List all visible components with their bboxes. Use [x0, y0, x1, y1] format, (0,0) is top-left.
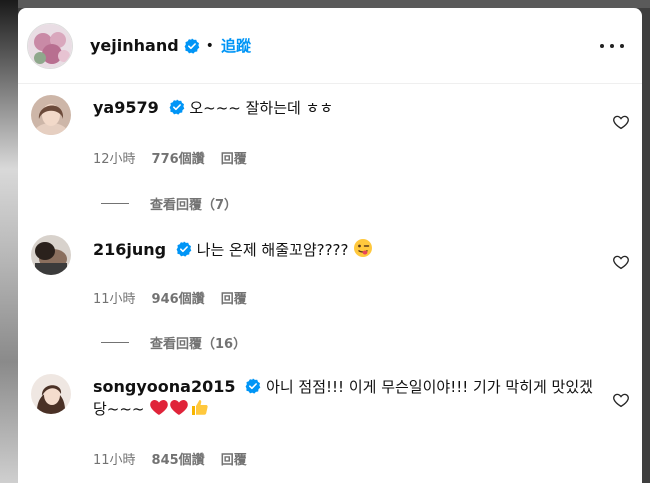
comment-time: 11小時: [93, 292, 136, 307]
comment-username[interactable]: songyoona2015: [93, 377, 236, 396]
verified-badge-icon: [245, 378, 261, 394]
comment-time: 11小時: [93, 453, 136, 468]
comment-text: 216jung 나는 온제 해줄꼬얌????: [93, 238, 603, 260]
red-heart-emoji-icon: [150, 400, 169, 415]
like-heart-icon[interactable]: [612, 253, 630, 271]
red-heart-emoji-icon: [170, 400, 189, 415]
view-replies-label: 查看回覆（16）: [150, 337, 247, 352]
separator-dot: •: [205, 37, 214, 54]
view-replies-label: 查看回覆（7）: [150, 198, 238, 213]
commenter-avatar[interactable]: [31, 235, 71, 275]
comment-item: ya9579 오~~~ 잘하는데 ㅎㅎ 12小時 776個讚 回覆 查看回覆（7…: [18, 95, 642, 215]
comment-item: songyoona2015 아니 점점!!! 이게 무슨일이야!!! 기가 막히…: [18, 374, 642, 483]
author-username[interactable]: yejinhand: [90, 36, 179, 55]
reply-button[interactable]: 回覆: [221, 449, 247, 468]
reply-button[interactable]: 回覆: [221, 148, 247, 167]
commenter-avatar[interactable]: [31, 374, 71, 414]
comment-likes[interactable]: 776個讚: [152, 148, 205, 167]
comment-body: 나는 온제 해줄꼬얌????: [196, 241, 349, 259]
replies-divider-line: [101, 203, 129, 204]
view-replies-button[interactable]: 查看回覆（7）: [101, 194, 237, 213]
comment-meta: 11小時 845個讚 回覆: [93, 449, 247, 468]
more-options-icon[interactable]: [600, 39, 624, 53]
hearts-thumbs-emoji-group: [149, 400, 209, 418]
comment-username[interactable]: ya9579: [93, 98, 159, 117]
like-heart-icon[interactable]: [612, 113, 630, 131]
comment-username[interactable]: 216jung: [93, 240, 166, 259]
winking-tongue-face-emoji-icon: [354, 239, 373, 257]
comment-likes[interactable]: 845個讚: [152, 449, 205, 468]
comment-time: 12小時: [93, 152, 136, 167]
verified-badge-icon: [169, 99, 184, 115]
follow-button[interactable]: 追蹤: [221, 35, 251, 56]
comment-text: songyoona2015 아니 점점!!! 이게 무슨일이야!!! 기가 막히…: [93, 377, 603, 419]
verified-badge-icon: [176, 241, 192, 257]
reply-button[interactable]: 回覆: [221, 288, 247, 307]
comment-text: ya9579 오~~~ 잘하는데 ㅎㅎ: [93, 98, 603, 118]
comment-meta: 12小時 776個讚 回覆: [93, 148, 247, 167]
replies-divider-line: [101, 342, 129, 343]
comment-item: 216jung 나는 온제 해줄꼬얌???? 11小時 946個讚 回覆 查看回…: [18, 235, 642, 355]
comment-meta: 11小時 946個讚 回覆: [93, 288, 247, 307]
commenter-avatar[interactable]: [31, 95, 71, 135]
verified-badge-icon: [184, 38, 199, 54]
like-heart-icon[interactable]: [612, 391, 630, 409]
post-image-edge: [0, 0, 18, 483]
comment-body: 오~~~ 잘하는데 ㅎㅎ: [189, 99, 334, 117]
comment-likes[interactable]: 946個讚: [152, 288, 205, 307]
comments-panel: yejinhand • 追蹤 ya9579 오~~~ 잘하는데 ㅎㅎ 12小時 …: [18, 8, 642, 483]
post-header: yejinhand • 追蹤: [18, 8, 642, 84]
top-backdrop: [18, 0, 650, 8]
author-avatar[interactable]: [27, 22, 73, 69]
view-replies-button[interactable]: 查看回覆（16）: [101, 333, 246, 352]
thumbs-up-emoji-icon: [192, 400, 208, 415]
